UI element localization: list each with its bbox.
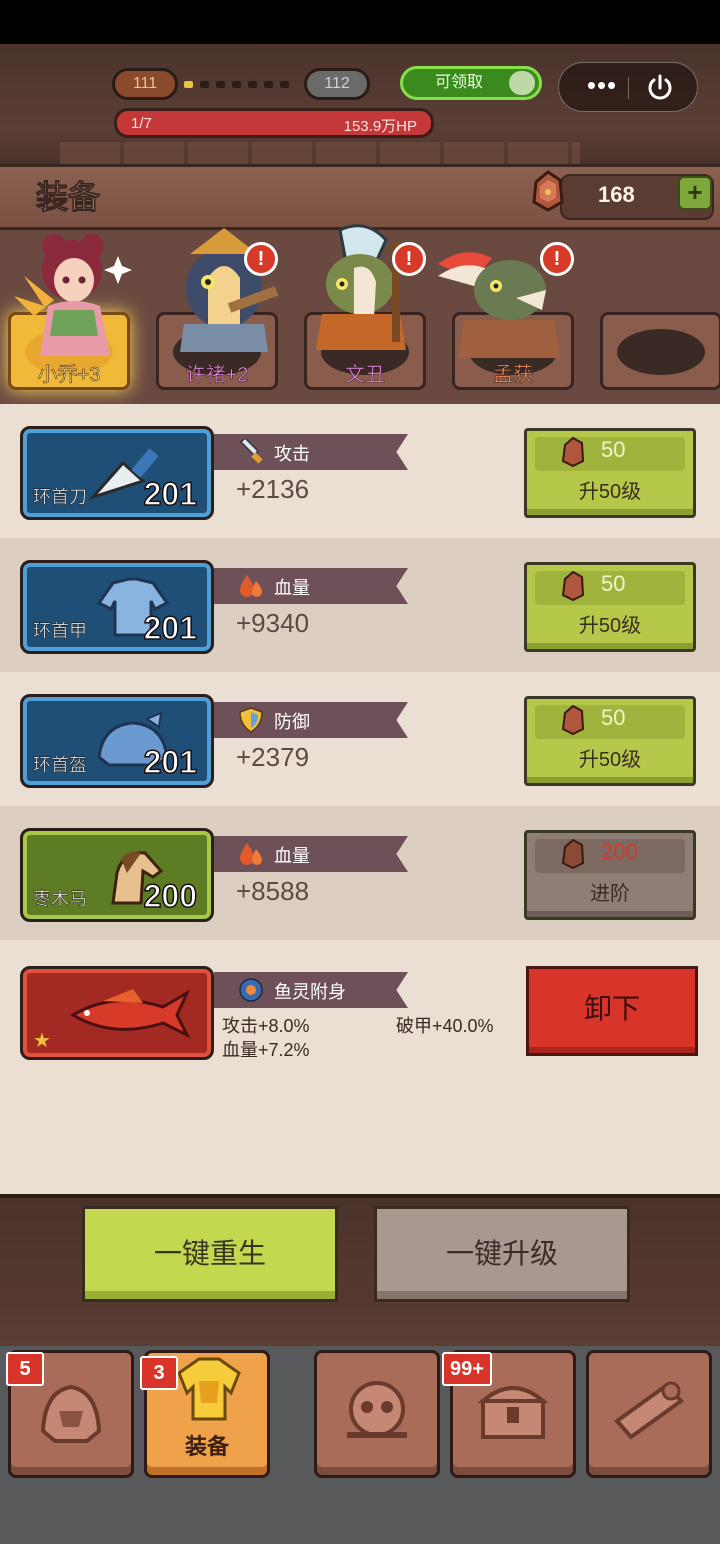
upgrade-button[interactable]: 50 升50级 [524, 428, 696, 518]
equipment-name: 环首刀 [33, 487, 88, 508]
equipment-name: 枣木马 [33, 889, 88, 910]
more-options-button[interactable]: ••• [577, 72, 627, 101]
equipment-name: 环首甲 [33, 621, 88, 642]
stat-value: +2379 [236, 742, 310, 772]
hero-name-xiaoqiao: 小乔+3 [37, 364, 101, 387]
spirit-slot-fish[interactable]: ★ [20, 966, 214, 1060]
stat-tag: 血量 [214, 568, 408, 604]
sword-icon [239, 439, 263, 464]
equipment-name: 环首盔 [33, 755, 88, 776]
equipment-level: 201 [143, 743, 198, 781]
hero-alert-wenchou: ! [392, 242, 426, 276]
upgrade-label: 升50级 [578, 749, 642, 771]
stat-tag: 血量 [214, 836, 408, 872]
game-screen: 111 112 1/7 153.9万HP 可领取 ••• 装备 168 + ! … [0, 0, 720, 1544]
status-strip [0, 0, 720, 44]
stat-value: +8588 [236, 876, 310, 906]
advance-button[interactable]: 200 进阶 [524, 830, 696, 920]
hero-alert-menghuo: ! [540, 242, 574, 276]
capsule-divider [628, 77, 629, 99]
hero-portrait-xiaoqiao [14, 234, 132, 356]
nav-tab-map[interactable] [586, 1350, 712, 1478]
upgrade-button[interactable]: 50 升50级 [524, 696, 696, 786]
stage-progress-dots [184, 80, 300, 88]
badge-heroes: 5 [6, 1352, 44, 1386]
equipment-level: 200 [143, 877, 198, 915]
equipment-slot-helmet[interactable]: 环首盔 201 [20, 694, 214, 788]
ore-gem-icon [561, 570, 585, 602]
stat-label: 攻击 [274, 444, 310, 464]
equipment-slot-blade[interactable]: 环首刀 201 [20, 426, 214, 520]
mini-program-capsule: ••• [558, 62, 698, 112]
upgrade-label: 升50级 [578, 615, 642, 637]
equipment-level: 201 [143, 475, 198, 513]
stat-value: +9340 [236, 608, 310, 638]
spirit-effect-pierce: 破甲+40.0% [396, 1016, 494, 1036]
scroll-map-icon [614, 1381, 684, 1440]
spirit-orb-icon [239, 978, 263, 1002]
spirit-effect-hp: 血量+7.2% [222, 1040, 310, 1060]
one-click-rebirth-button[interactable]: 一键重生 [82, 1206, 338, 1302]
equipment-slot-horse[interactable]: 枣木马 200 [20, 828, 214, 922]
spirit-star: ★ [33, 1030, 51, 1052]
current-level-pill: 111 [112, 68, 178, 100]
boss-hp-text: 153.9万HP [343, 118, 417, 135]
ore-gem-icon [561, 838, 585, 870]
upgrade-cost: 50 [601, 437, 626, 462]
shield-icon [239, 707, 263, 733]
hero-name-xuchu: 许褚+2 [185, 364, 249, 387]
badge-equipment: 3 [140, 1356, 178, 1390]
next-level-pill: 112 [304, 68, 370, 100]
upgrade-cost: 50 [601, 705, 626, 730]
ore-gem-icon [561, 436, 585, 468]
upgrade-label: 升50级 [578, 481, 642, 503]
add-currency-button[interactable]: + [678, 176, 712, 210]
nav-label-equipment: 装备 [184, 1434, 229, 1459]
money-bag-icon [509, 71, 535, 95]
golden-armor-icon [177, 1357, 241, 1421]
currency-count: 168 [598, 182, 635, 207]
equipment-slot-armor[interactable]: 环首甲 201 [20, 560, 214, 654]
upgrade-button[interactable]: 50 升50级 [524, 562, 696, 652]
hero-alert-xuchu: ! [244, 242, 278, 276]
stat-label: 血量 [274, 846, 310, 866]
spirit-tag: 鱼灵附身 [214, 972, 408, 1008]
stat-value: +2136 [236, 474, 310, 504]
claim-reward-button[interactable]: 可领取 [400, 66, 542, 100]
advance-label: 进阶 [590, 883, 630, 905]
stat-tag: 防御 [214, 702, 408, 738]
ore-gem-icon [561, 704, 585, 736]
equipment-level: 201 [143, 609, 198, 647]
blood-drop-icon [240, 843, 262, 865]
hero-name-menghuo: 孟获 [493, 364, 534, 387]
skull-nav-icon [347, 1381, 407, 1438]
stat-tag: 攻击 [214, 434, 408, 470]
stage-progress-text: 1/7 [131, 115, 152, 132]
stat-label: 防御 [274, 712, 310, 732]
spirit-title: 鱼灵附身 [274, 982, 346, 1002]
advance-cost: 200 [601, 839, 638, 864]
upgrade-cost: 50 [601, 571, 626, 596]
remove-spirit-button[interactable]: 卸下 [526, 966, 698, 1056]
page-title: 装备 [35, 179, 101, 216]
spirit-effect-attack: 攻击+8.0% [222, 1016, 310, 1036]
one-click-upgrade-button[interactable]: 一键升级 [374, 1206, 630, 1302]
hero-name-wenchou: 文丑 [345, 364, 386, 387]
hero-slot-empty[interactable] [600, 312, 720, 390]
power-icon[interactable] [645, 73, 675, 103]
claim-label: 可领取 [435, 74, 484, 91]
nav-tab-boss[interactable] [314, 1350, 440, 1478]
blood-drop-icon [240, 575, 262, 597]
stat-label: 血量 [274, 578, 310, 598]
ore-gem-icon [532, 170, 564, 212]
boss-hp-bar: 1/7 153.9万HP [114, 108, 434, 138]
badge-chest: 99+ [442, 1352, 492, 1386]
fish-spirit-icon [70, 989, 191, 1039]
